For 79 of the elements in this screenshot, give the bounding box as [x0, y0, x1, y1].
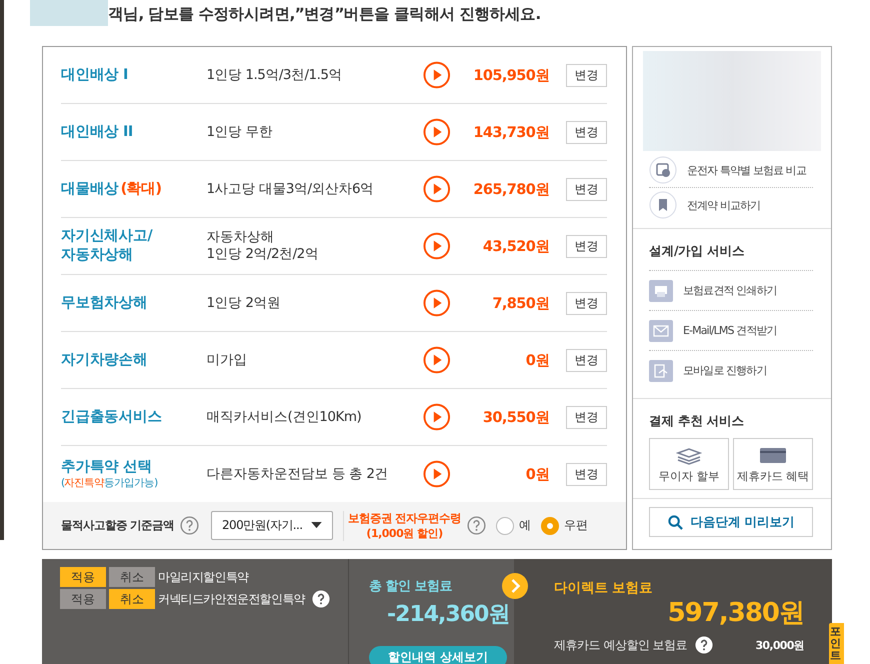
help-icon[interactable] — [695, 636, 714, 654]
coverage-detail: 1인당 2억원 — [206, 294, 282, 312]
help-icon[interactable] — [312, 590, 330, 608]
discount-label: 커넥티드카안전운전할인특약 — [158, 590, 305, 608]
premium-amount: 143,730원 — [472, 124, 550, 142]
coverage-detail: 미가입 — [206, 352, 248, 368]
cancel-button[interactable]: 취소 — [109, 567, 155, 587]
coverage-label: 무보험차상해 — [61, 294, 148, 312]
payment-button[interactable]: 무이자 할부 — [649, 438, 729, 490]
coverage-label: 자기신체사고/ 자동차상해 — [61, 227, 154, 265]
sidebar-link[interactable]: 전계약 비교하기 — [687, 198, 760, 212]
direct-premium-title: 다이렉트 보험료 — [554, 579, 654, 597]
preview-button[interactable]: 다음단계 미리보기 — [649, 507, 813, 537]
change-button[interactable]: 변경 — [566, 348, 607, 372]
change-button[interactable]: 변경 — [566, 234, 607, 258]
premium-amount: 0원 — [524, 352, 550, 370]
change-button[interactable]: 변경 — [566, 64, 607, 86]
premium-amount: 7,850원 — [491, 294, 550, 312]
section-title: 결제 추천 서비스 — [649, 413, 746, 430]
printer-icon — [649, 280, 673, 302]
total-discount-amount: -214,360원 — [387, 601, 510, 629]
play-icon[interactable] — [422, 232, 450, 260]
apply-button[interactable]: 적용 — [60, 567, 106, 587]
change-button[interactable]: 변경 — [566, 120, 607, 144]
change-button[interactable]: 변경 — [566, 462, 607, 486]
amount-dropdown[interactable]: 200만원(자기... — [211, 511, 334, 540]
coverage-detail: 1사고당 대물3억/외산차6억 — [206, 180, 375, 198]
coverage-label: 대인배상 II — [61, 122, 134, 142]
document-coin-icon — [649, 156, 677, 184]
coverage-detail: 1인당 무한 — [206, 124, 274, 140]
bookmark-icon — [649, 191, 677, 219]
coverage-label: 자기차량손해 — [61, 350, 148, 370]
side-tab[interactable]: 포인트 — [829, 623, 844, 664]
premium-amount: 105,950원 — [472, 66, 550, 84]
service-link[interactable]: E-Mail/LMS 견적받기 — [683, 323, 777, 338]
coverage-label: 대인배상 I — [61, 66, 129, 84]
coverage-detail: 자동차상해 1인당 2억/2천/2억 — [206, 229, 320, 263]
chevron-right-icon — [502, 573, 528, 599]
section-title: 설계/가입 서비스 — [649, 243, 746, 260]
payment-button[interactable]: 제휴카드 혜택 — [733, 438, 813, 490]
premium-line-label: 제휴카드 예상할인 보험료 — [554, 636, 688, 654]
search-icon — [668, 514, 683, 530]
play-icon[interactable] — [422, 175, 450, 203]
premium-amount: 30,550원 — [482, 408, 550, 426]
sidebar-link[interactable]: 운전자 특약별 보험료 비교 — [687, 162, 806, 178]
discount-note: (1,000원 할인) — [366, 526, 443, 540]
play-icon[interactable] — [422, 346, 450, 374]
coverage-label: 긴급출동서비스 — [61, 408, 163, 426]
premium-amount: 0원 — [524, 466, 550, 484]
cancel-button[interactable]: 취소 — [109, 589, 155, 609]
play-icon[interactable] — [422, 118, 450, 146]
coverage-detail: 매직카서비스(견인10Km) — [206, 408, 362, 426]
play-icon[interactable] — [422, 61, 450, 89]
coverage-note: (자진특약등가입가능) — [61, 476, 158, 490]
play-icon[interactable] — [422, 289, 450, 317]
service-link[interactable]: 보험료견적 인쇄하기 — [683, 283, 776, 298]
service-link[interactable]: 모바일로 진행하기 — [683, 363, 766, 378]
coverage-detail: 다른자동차운전담보 등 총 2건 — [206, 466, 389, 482]
play-icon[interactable] — [422, 460, 450, 488]
notice-text: 객님, 담보를 수정하시려면,”변경”버튼을 클릭해서 진행하세요. — [108, 4, 540, 25]
change-button[interactable]: 변경 — [566, 406, 607, 428]
change-button[interactable]: 변경 — [566, 292, 607, 314]
caret-icon — [311, 522, 322, 529]
coverage-label: 추가특약 선택 — [61, 458, 153, 476]
premium-amount: 43,520원 — [482, 238, 550, 256]
radio-option[interactable]: 우편 — [541, 516, 588, 534]
option-label: 물적사고할증 기준금액 — [61, 518, 174, 533]
total-discount-title: 총 할인 보험료 — [369, 578, 454, 595]
apply-button[interactable]: 적용 — [60, 589, 106, 609]
discount-label: 마일리지할인특약 — [158, 568, 248, 586]
coverage-detail: 1인당 1.5억/3천/1.5억 — [206, 66, 344, 84]
premium-amount: 265,780원 — [472, 180, 550, 198]
coverage-label: 대물배상(확대) — [61, 180, 162, 198]
option-label: 보험증권 전자우편수령 — [348, 510, 462, 526]
direct-premium-amount: 597,380원 — [668, 597, 804, 630]
play-icon[interactable] — [422, 403, 450, 431]
change-button[interactable]: 변경 — [566, 178, 607, 200]
premium-line-value: 30,000원 — [755, 638, 804, 652]
envelope-icon — [649, 320, 673, 342]
